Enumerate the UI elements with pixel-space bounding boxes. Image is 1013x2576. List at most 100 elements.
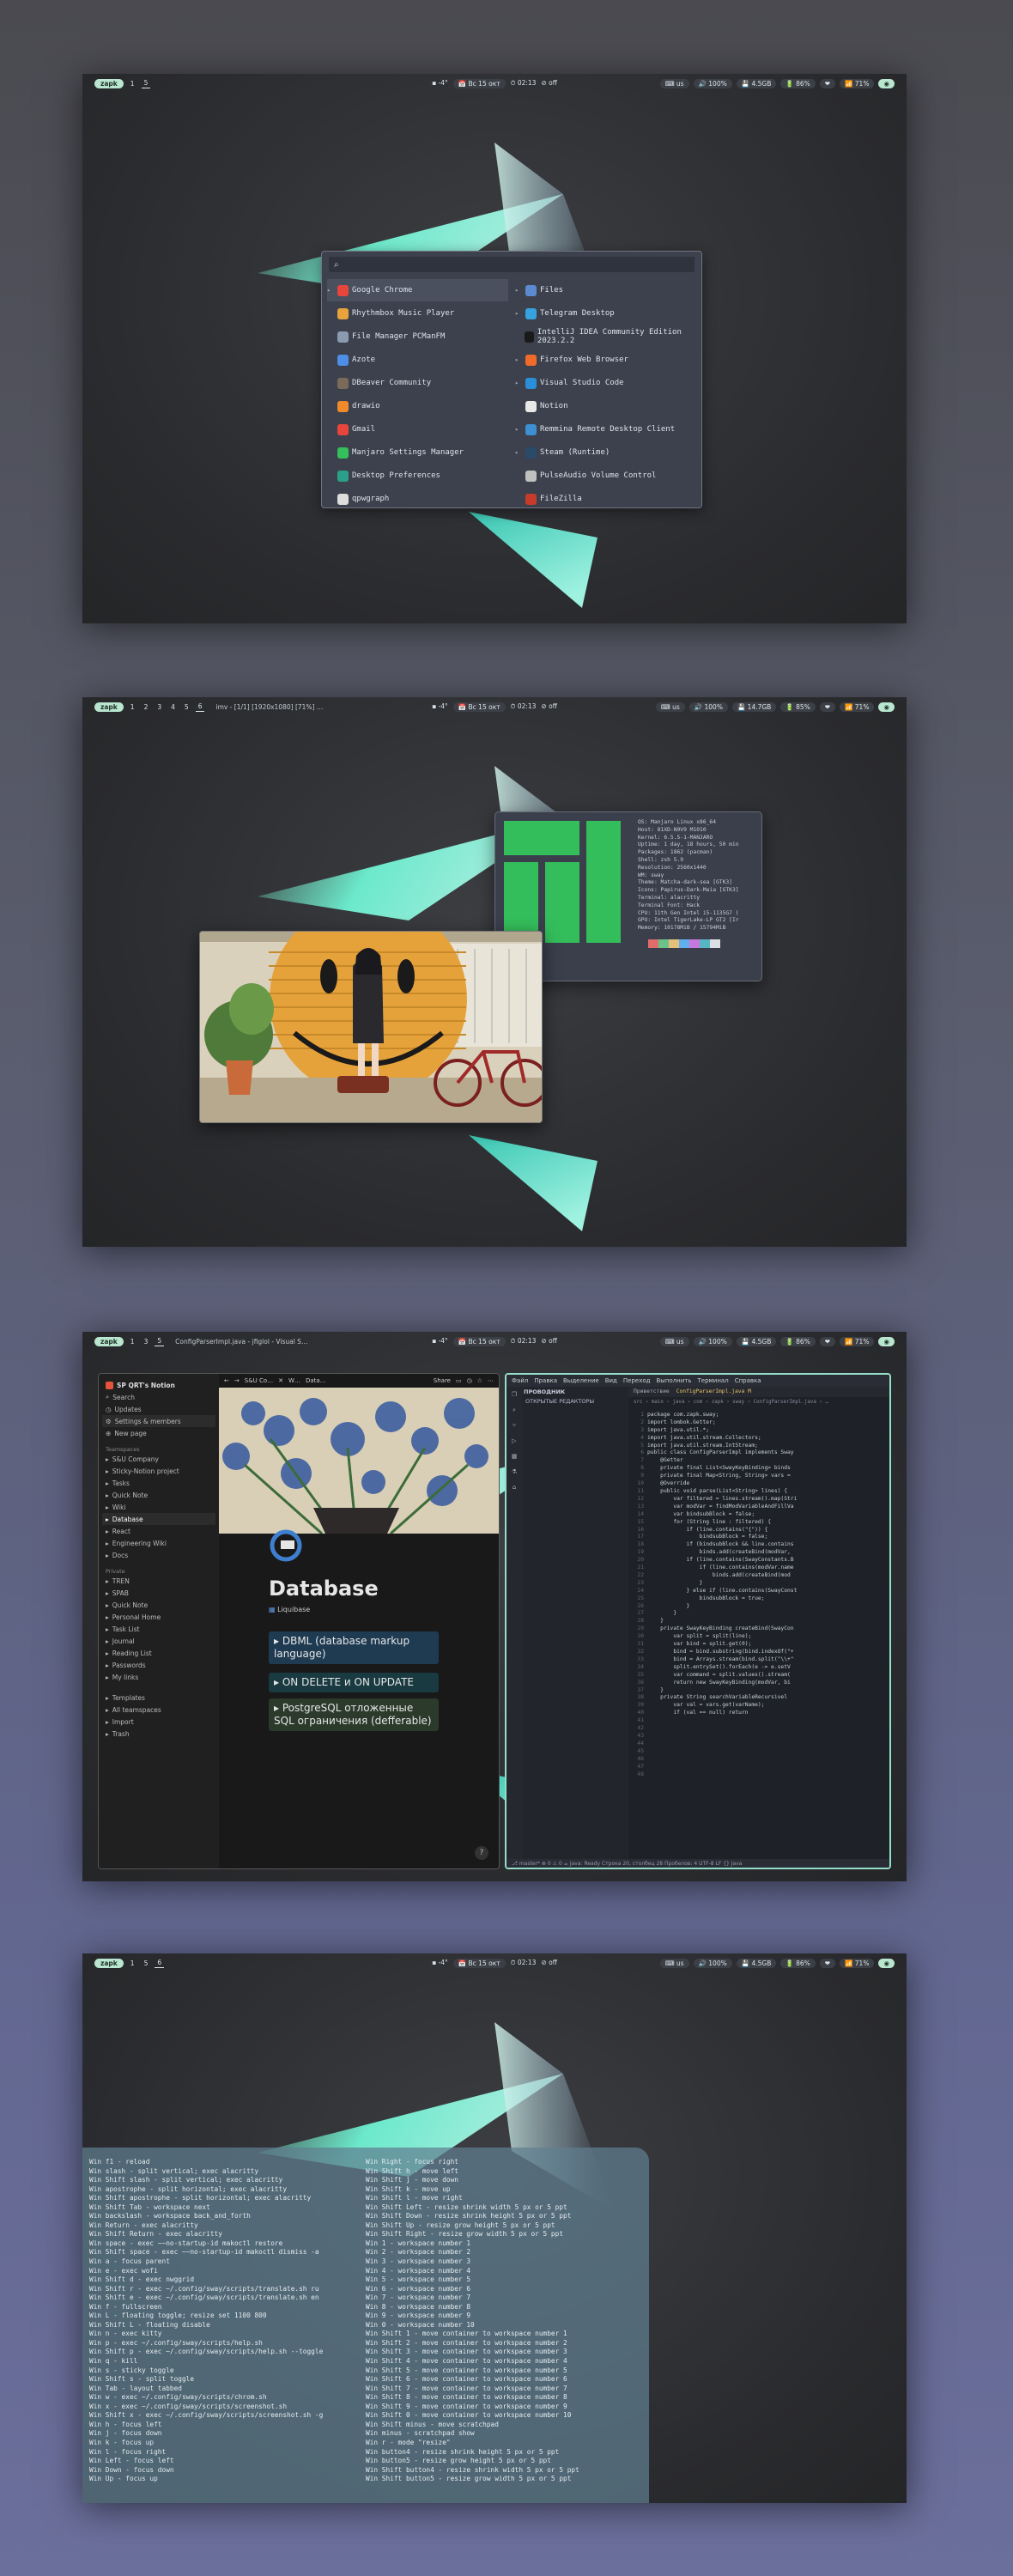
callout-on-delete[interactable]: ▸ ON DELETE и ON UPDATE (269, 1673, 439, 1692)
launcher-item[interactable]: IntelliJ IDEA Community Edition 2023.2.2 (515, 325, 696, 348)
idle-toggle[interactable]: ⊘ off (541, 702, 556, 712)
tray[interactable]: ◉ (878, 1958, 895, 1968)
wifi[interactable]: 📶 71% (840, 1958, 875, 1968)
workspace-1[interactable]: 1 (128, 79, 137, 88)
menu-item[interactable]: Правка (534, 1377, 557, 1384)
launcher-item[interactable]: DBeaver Community (327, 372, 508, 394)
wifi[interactable]: 📶 71% (840, 78, 875, 88)
sidebar-bottom-item[interactable]: ▸ Trash (102, 1728, 215, 1740)
launcher-item[interactable]: ▸ Google Chrome (327, 279, 508, 301)
sidebar-page-item[interactable]: ▸ Wiki (102, 1501, 215, 1513)
search-icon[interactable]: ⌕ (506, 1402, 522, 1418)
workspace-6[interactable]: 6 (195, 702, 205, 712)
sidebar-private-item[interactable]: ▸ Personal Home (102, 1611, 215, 1623)
sidebar-private-item[interactable]: ▸ SPAB (102, 1587, 215, 1599)
sidebar-private-item[interactable]: ▸ Reading List (102, 1647, 215, 1659)
workspace-5[interactable]: 5 (141, 78, 151, 88)
editor[interactable]: Приветствие ConfigParserImpl.java M src … (628, 1387, 889, 1859)
launcher-item[interactable]: ▸ Steam (Runtime) (515, 441, 696, 464)
sidebar-new-page[interactable]: ⊕ New page (102, 1427, 215, 1439)
page-cover[interactable] (219, 1388, 499, 1534)
launcher-item[interactable]: ▸ Visual Studio Code (515, 372, 696, 394)
sidebar-search[interactable]: ⌕ Search (102, 1391, 215, 1403)
page-tag[interactable]: ▦ Liquibase (269, 1606, 310, 1613)
workspace-5[interactable]: 5 (142, 1959, 151, 1968)
sidebar-page-item[interactable]: ▸ Tasks (102, 1477, 215, 1489)
back-icon[interactable]: ← (224, 1377, 229, 1384)
launcher-item[interactable]: Azote (327, 349, 508, 371)
sidebar-private-item[interactable]: ▸ Journal (102, 1635, 215, 1647)
source-control-icon[interactable]: ⑂ (506, 1418, 522, 1433)
idle-toggle[interactable]: ⊘ off (541, 79, 556, 88)
callout-dbml[interactable]: ▸ DBML (database markup language) (269, 1631, 439, 1664)
workspace-1[interactable]: 1 (128, 1337, 137, 1346)
sidebar-page-item[interactable]: ▸ Sticky-Notion project (102, 1465, 215, 1477)
wifi[interactable]: 📶 71% (840, 1336, 875, 1346)
volume[interactable]: 🔊 100% (693, 78, 732, 88)
sidebar-settings[interactable]: ⚙ Settings & members (102, 1415, 215, 1427)
sidebar-page-item[interactable]: ▸ Docs (102, 1549, 215, 1561)
extensions-icon[interactable]: ▦ (506, 1449, 522, 1464)
menu-item[interactable]: Переход (623, 1377, 651, 1384)
test-icon[interactable]: ⚗ (506, 1464, 522, 1479)
menu-item[interactable]: Выполнить (656, 1377, 691, 1384)
launcher-item[interactable]: Gmail (327, 418, 508, 440)
volume[interactable]: 🔊 100% (693, 1336, 732, 1346)
sidebar-private-item[interactable]: ▸ TREN (102, 1575, 215, 1587)
launcher-search[interactable]: ⌕ (329, 257, 695, 272)
comment-icon[interactable]: ▭ (456, 1377, 462, 1384)
sidebar-page-item[interactable]: ▸ Quick Note (102, 1489, 215, 1501)
keyboard-layout[interactable]: ⌨ us (659, 1336, 689, 1346)
code-area[interactable]: 1 2 3 4 5 6 7 8 9 10 11 12 13 14 15 16 17 18 19 20 21 22 23 24 2… (628, 1408, 889, 1779)
launcher-item[interactable]: Manjaro Settings Manager (327, 441, 508, 464)
tab-welcome[interactable]: Приветствие (634, 1388, 670, 1396)
sidebar-page-item[interactable]: ▸ Database (102, 1513, 215, 1525)
volume[interactable]: 🔊 100% (688, 702, 728, 712)
menu-item[interactable]: Файл (512, 1377, 528, 1384)
workspace-3[interactable]: 3 (142, 1337, 151, 1346)
launcher-item[interactable]: FileZilla (515, 488, 696, 510)
source-code[interactable]: package com.zapk.sway; import lombok.Gett… (647, 1412, 797, 1779)
workspace-4[interactable]: 4 (168, 702, 178, 712)
launcher-item[interactable]: ▸ Firefox Web Browser (515, 349, 696, 371)
keyboard-layout[interactable]: ⌨ us (659, 1958, 689, 1968)
help-button[interactable]: ? (475, 1846, 488, 1860)
share-button[interactable]: Share (434, 1377, 451, 1384)
idle-toggle[interactable]: ⊘ off (541, 1337, 556, 1346)
image-viewer[interactable] (199, 931, 543, 1123)
menu-item[interactable]: Справка (735, 1377, 761, 1384)
launcher-item[interactable]: qpwgraph (327, 488, 508, 510)
tab-configparserimpl[interactable]: ConfigParserImpl.java M (676, 1388, 751, 1396)
more-icon[interactable]: ⋯ (488, 1377, 494, 1384)
run-debug-icon[interactable]: ▷ (506, 1433, 522, 1449)
tray[interactable]: ◉ (878, 702, 895, 712)
explorer-item[interactable]: ОТКРЫТЫЕ РЕДАКТОРЫ (524, 1398, 627, 1407)
wifi[interactable]: 📶 71% (840, 702, 875, 712)
workspace-1[interactable]: 1 (128, 702, 137, 712)
sidebar-bottom-item[interactable]: ▸ Templates (102, 1692, 215, 1704)
keyboard-layout[interactable]: ⌨ us (659, 78, 689, 88)
tray[interactable]: ◉ (878, 78, 895, 88)
launcher-item[interactable]: PulseAudio Volume Control (515, 465, 696, 487)
clock-icon[interactable]: ◷ (467, 1377, 472, 1384)
close-icon[interactable]: ✕ (278, 1377, 283, 1384)
callout-postgresql[interactable]: ▸ PostgreSQL отложенные SQL ограничения … (269, 1698, 439, 1731)
idle-toggle[interactable]: ⊘ off (541, 1959, 556, 1968)
workspace-3[interactable]: 3 (155, 702, 164, 712)
tab-2[interactable]: W… (288, 1377, 300, 1384)
menu-item[interactable]: Вид (605, 1377, 617, 1384)
tab-1[interactable]: S&U Co… (245, 1377, 273, 1384)
star-icon[interactable]: ☆ (477, 1377, 482, 1384)
volume[interactable]: 🔊 100% (693, 1958, 732, 1968)
workspace-switcher[interactable]: SP QRT's Notion (102, 1379, 215, 1391)
breadcrumb[interactable]: src › main › java › com › zapk › sway › … (628, 1397, 889, 1408)
tray[interactable]: ◉ (878, 1336, 895, 1346)
sidebar-private-item[interactable]: ▸ Task List (102, 1623, 215, 1635)
sidebar-bottom-item[interactable]: ▸ Import (102, 1716, 215, 1728)
sidebar-private-item[interactable]: ▸ Quick Note (102, 1599, 215, 1611)
launcher-item[interactable]: ▸ Files (515, 279, 696, 301)
remote-icon[interactable]: ⌂ (506, 1479, 522, 1495)
workspace-5[interactable]: 5 (182, 702, 191, 712)
sidebar-private-item[interactable]: ▸ My links (102, 1671, 215, 1683)
menu-item[interactable]: Выделение (563, 1377, 599, 1384)
